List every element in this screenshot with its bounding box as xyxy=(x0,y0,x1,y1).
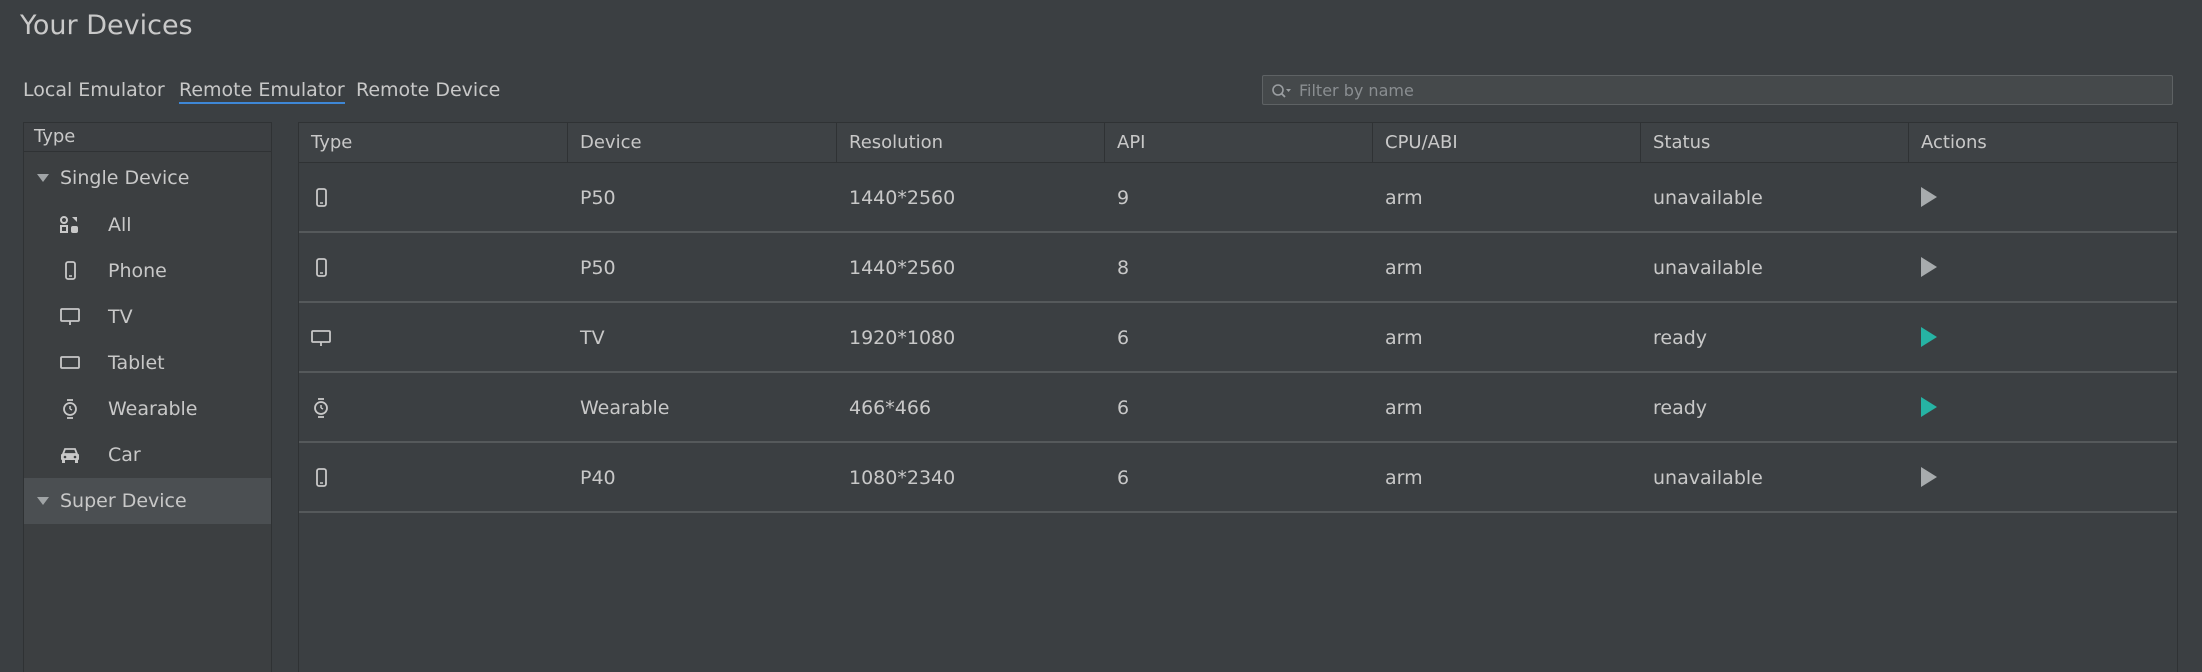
column-header-type[interactable]: Type xyxy=(299,123,568,162)
sidebar-item-label: All xyxy=(108,214,132,236)
sidebar-item-label: Wearable xyxy=(108,398,198,420)
sidebar-item-tablet[interactable]: Tablet xyxy=(24,340,271,386)
watch-icon xyxy=(314,398,328,418)
column-header-status[interactable]: Status xyxy=(1641,123,1909,162)
play-icon[interactable] xyxy=(1921,187,1937,207)
resolution-cell: 466*466 xyxy=(849,397,932,419)
type-cell xyxy=(299,163,568,231)
watch-icon xyxy=(63,399,77,419)
device-cell: P50 xyxy=(580,187,616,209)
phone-icon xyxy=(316,468,327,487)
phone-icon xyxy=(316,188,327,207)
sidebar-item-all[interactable]: All xyxy=(24,202,271,248)
device-cell: P50 xyxy=(580,257,616,279)
car-icon xyxy=(61,448,79,463)
group-label: Super Device xyxy=(60,490,187,512)
page-title: Your Devices xyxy=(20,10,193,41)
api-cell: 6 xyxy=(1117,397,1130,419)
sidebar-item-tv[interactable]: TV xyxy=(24,294,271,340)
sidebar-item-car[interactable]: Car xyxy=(24,432,271,478)
api-cell: 8 xyxy=(1117,257,1130,279)
expand-triangle-icon[interactable] xyxy=(37,174,49,182)
api-cell: 6 xyxy=(1117,467,1130,489)
group-super-device[interactable]: Super Device xyxy=(24,478,271,524)
sidebar-item-label: Car xyxy=(108,444,141,466)
all-icon xyxy=(60,216,78,233)
column-header-api[interactable]: API xyxy=(1105,123,1373,162)
filter-box xyxy=(1262,75,2173,105)
filter-input[interactable] xyxy=(1299,78,2159,102)
expand-triangle-icon[interactable] xyxy=(37,497,49,505)
tab-local-emulator[interactable]: Local Emulator xyxy=(23,78,165,104)
cpu-abi-cell: arm xyxy=(1385,467,1423,489)
resolution-cell: 1440*2560 xyxy=(849,257,956,279)
sidebar-item-wearable[interactable]: Wearable xyxy=(24,386,271,432)
table-row[interactable]: TV 1920*1080 6 arm ready xyxy=(299,303,2177,373)
phone-icon xyxy=(316,258,327,277)
group-label: Single Device xyxy=(60,167,190,189)
tv-icon xyxy=(311,330,331,346)
tablet-icon xyxy=(60,356,80,369)
group-single-device[interactable]: Single Device xyxy=(24,155,271,201)
play-icon[interactable] xyxy=(1921,467,1937,487)
status-cell: unavailable xyxy=(1653,187,1763,209)
device-cell: Wearable xyxy=(580,397,670,419)
cpu-abi-cell: arm xyxy=(1385,187,1423,209)
table-row[interactable]: Wearable 466*466 6 arm ready xyxy=(299,373,2177,443)
column-header-actions[interactable]: Actions xyxy=(1909,123,2177,162)
device-cell: TV xyxy=(580,327,605,349)
type-sidebar: Type Single Device All Phone TV Tablet W… xyxy=(23,122,272,672)
device-cell: P40 xyxy=(580,467,616,489)
type-cell xyxy=(299,373,568,441)
type-cell xyxy=(299,233,568,301)
sidebar-item-label: Tablet xyxy=(108,352,165,374)
status-cell: ready xyxy=(1653,397,1708,419)
play-icon[interactable] xyxy=(1921,397,1937,417)
status-cell: ready xyxy=(1653,327,1708,349)
resolution-cell: 1920*1080 xyxy=(849,327,956,349)
resolution-cell: 1080*2340 xyxy=(849,467,956,489)
sidebar-header: Type xyxy=(24,123,271,152)
table-row[interactable]: P50 1440*2560 9 arm unavailable xyxy=(299,163,2177,233)
cpu-abi-cell: arm xyxy=(1385,257,1423,279)
search-icon xyxy=(1272,84,1291,98)
status-cell: unavailable xyxy=(1653,257,1763,279)
cpu-abi-cell: arm xyxy=(1385,327,1423,349)
sidebar-item-phone[interactable]: Phone xyxy=(24,248,271,294)
table-row[interactable]: P40 1080*2340 6 arm unavailable xyxy=(299,443,2177,513)
column-header-device[interactable]: Device xyxy=(568,123,837,162)
play-icon[interactable] xyxy=(1921,257,1937,277)
api-cell: 6 xyxy=(1117,327,1130,349)
tv-icon xyxy=(60,308,80,325)
type-cell xyxy=(299,443,568,511)
sidebar-item-label: Phone xyxy=(108,260,167,282)
devices-table: Type Device Resolution API CPU/ABI Statu… xyxy=(298,122,2178,672)
play-icon[interactable] xyxy=(1921,327,1937,347)
status-cell: unavailable xyxy=(1653,467,1763,489)
cpu-abi-cell: arm xyxy=(1385,397,1423,419)
api-cell: 9 xyxy=(1117,187,1130,209)
tab-remote-emulator[interactable]: Remote Emulator xyxy=(179,78,345,104)
type-cell xyxy=(299,303,568,371)
column-header-resolution[interactable]: Resolution xyxy=(837,123,1105,162)
resolution-cell: 1440*2560 xyxy=(849,187,956,209)
sidebar-item-label: TV xyxy=(108,306,133,328)
phone-icon xyxy=(65,261,76,280)
table-row[interactable]: P50 1440*2560 8 arm unavailable xyxy=(299,233,2177,303)
column-header-cpu-abi[interactable]: CPU/ABI xyxy=(1373,123,1641,162)
table-header: Type Device Resolution API CPU/ABI Statu… xyxy=(299,123,2177,163)
tab-remote-device[interactable]: Remote Device xyxy=(356,78,500,104)
